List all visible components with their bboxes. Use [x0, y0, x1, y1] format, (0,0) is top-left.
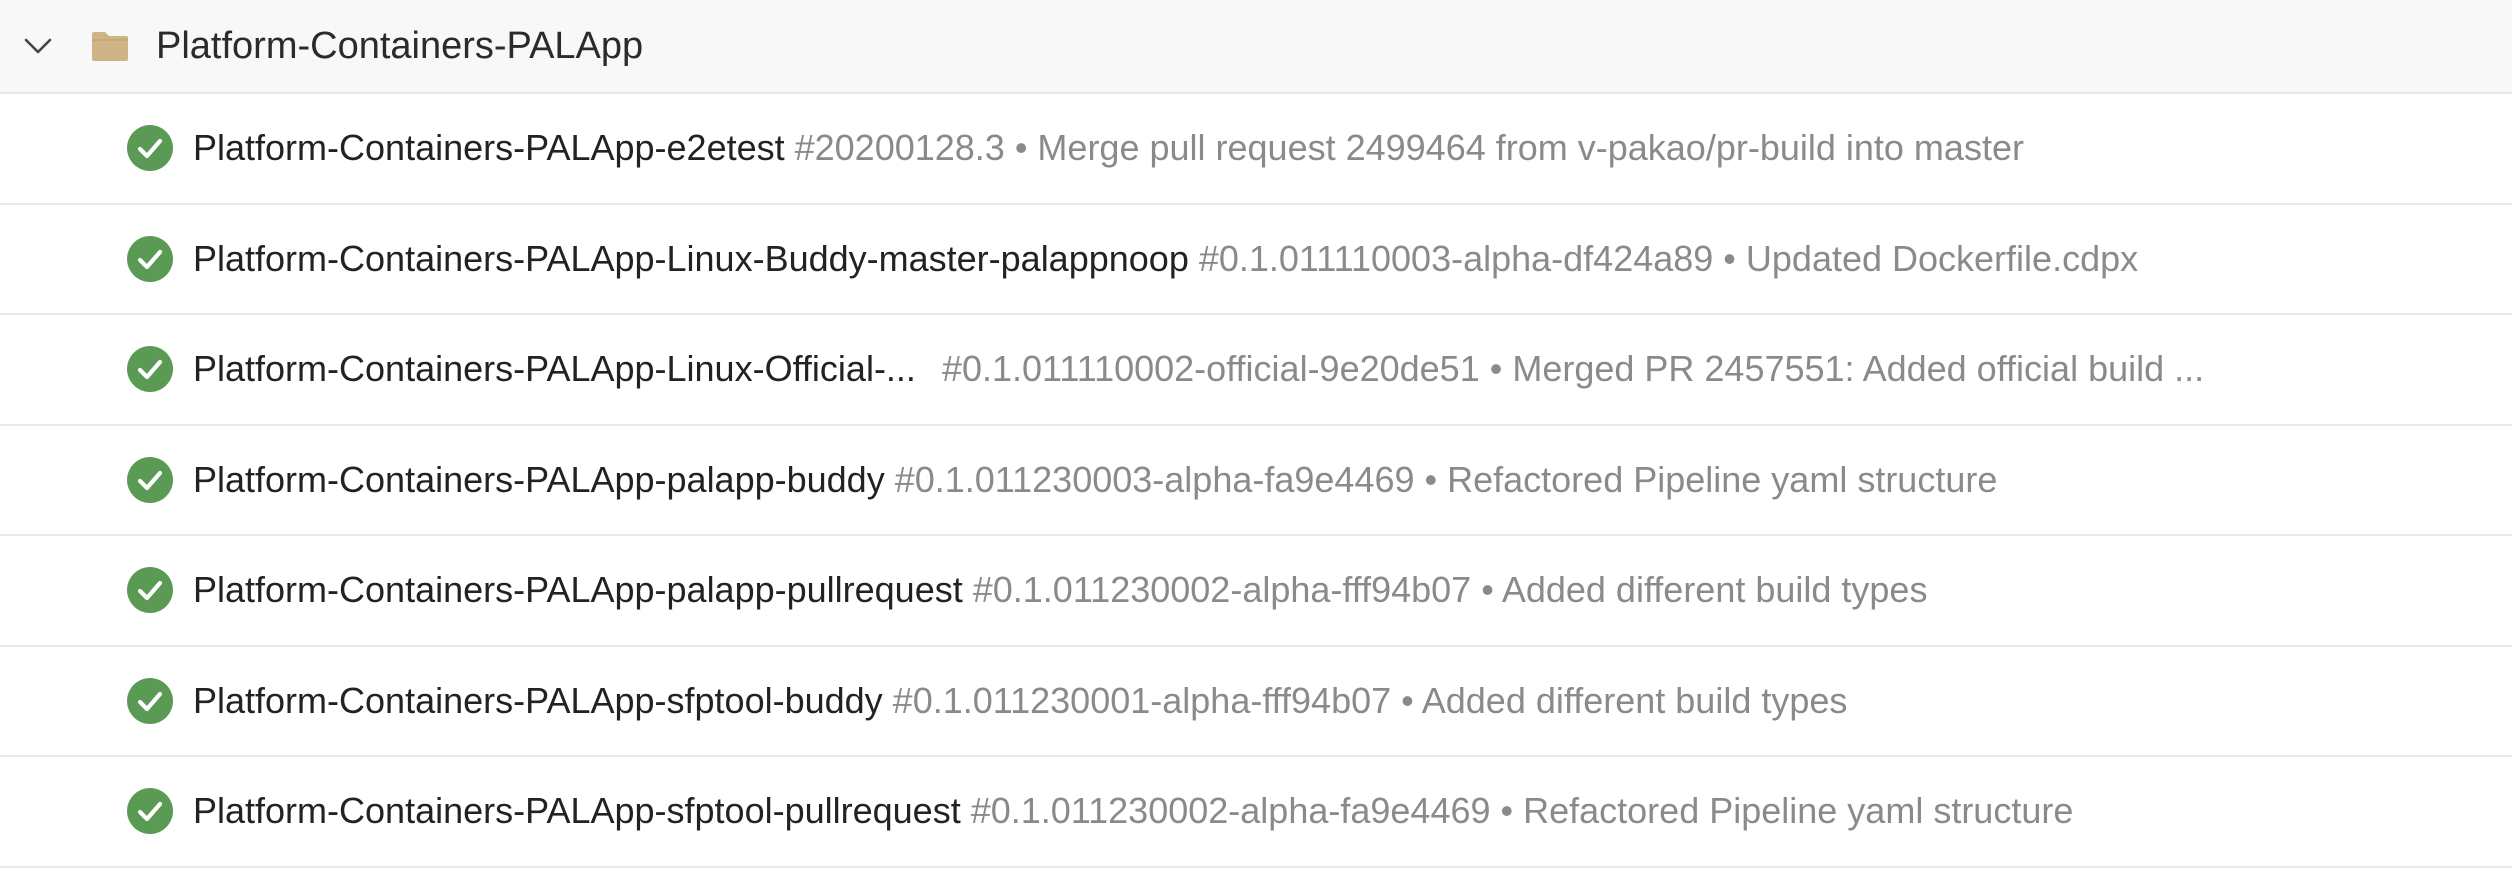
run-info: #0.1.011110002-official-9e20de51 • Merge… — [941, 348, 2205, 390]
pipeline-text: Platform-Containers-PALApp-Linux-Officia… — [193, 348, 2204, 390]
pipeline-name[interactable]: Platform-Containers-PALApp-Linux-Officia… — [193, 348, 916, 390]
pipeline-text: Platform-Containers-PALApp-sfptool-pullr… — [193, 790, 2073, 832]
success-check-icon — [127, 346, 173, 393]
pipeline-row[interactable]: Platform-Containers-PALApp-sfptool-pullr… — [0, 757, 2512, 868]
pipeline-text: Platform-Containers-PALApp-Linux-Buddy-m… — [193, 238, 2138, 280]
success-check-icon — [127, 235, 173, 282]
pipeline-name[interactable]: Platform-Containers-PALApp-palapp-buddy — [193, 459, 885, 501]
run-info: #0.1.011230002-alpha-fff94b07 • Added di… — [972, 569, 1928, 611]
success-check-icon — [127, 456, 173, 503]
pipeline-text: Platform-Containers-PALApp-sfptool-buddy… — [193, 680, 1847, 722]
folder-name[interactable]: Platform-Containers-PALApp — [156, 25, 643, 68]
pipeline-row[interactable]: Platform-Containers-PALApp-palapp-pullre… — [0, 536, 2512, 647]
success-check-icon — [127, 567, 173, 614]
folder-icon — [90, 26, 130, 66]
folder-row[interactable]: Platform-Containers-PALApp — [0, 0, 2512, 94]
pipeline-folder-list: Platform-Containers-PALApp Platform-Cont… — [0, 0, 2512, 872]
pipeline-name[interactable]: Platform-Containers-PALApp-palapp-pullre… — [193, 569, 963, 611]
pipeline-row[interactable]: Platform-Containers-PALApp-sfptool-buddy… — [0, 647, 2512, 757]
pipeline-text: Platform-Containers-PALApp-palapp-buddy … — [193, 459, 1997, 501]
success-check-icon — [127, 125, 173, 172]
run-info: #20200128.3 • Merge pull request 2499464… — [794, 127, 2024, 169]
chevron-down-icon[interactable] — [18, 26, 58, 66]
run-info: #0.1.011230001-alpha-fff94b07 • Added di… — [892, 679, 1848, 721]
pipeline-row[interactable]: Platform-Containers-PALApp-Linux-Officia… — [0, 315, 2512, 426]
pipeline-name[interactable]: Platform-Containers-PALApp-sfptool-buddy — [193, 680, 883, 722]
success-check-icon — [127, 677, 173, 724]
pipeline-text: Platform-Containers-PALApp-e2etest #2020… — [193, 127, 2024, 169]
pipeline-row[interactable]: Platform-Containers-PALApp-Linux-Buddy-m… — [0, 205, 2512, 315]
pipeline-text: Platform-Containers-PALApp-palapp-pullre… — [193, 569, 1927, 611]
pipeline-row[interactable]: Platform-Containers-PALApp-e2etest #2020… — [0, 94, 2512, 205]
pipeline-name[interactable]: Platform-Containers-PALApp-sfptool-pullr… — [193, 790, 961, 832]
run-info: #0.1.011110003-alpha-df424a89 • Updated … — [1198, 237, 2139, 279]
pipeline-name[interactable]: Platform-Containers-PALApp-Linux-Buddy-m… — [193, 238, 1189, 280]
run-info: #0.1.011230003-alpha-fa9e4469 • Refactor… — [894, 458, 1998, 500]
success-check-icon — [127, 788, 173, 835]
pipeline-name[interactable]: Platform-Containers-PALApp-e2etest — [193, 127, 785, 169]
run-info: #0.1.011230002-alpha-fa9e4469 • Refactor… — [970, 790, 2074, 832]
pipeline-row[interactable]: Platform-Containers-PALApp-palapp-buddy … — [0, 426, 2512, 536]
